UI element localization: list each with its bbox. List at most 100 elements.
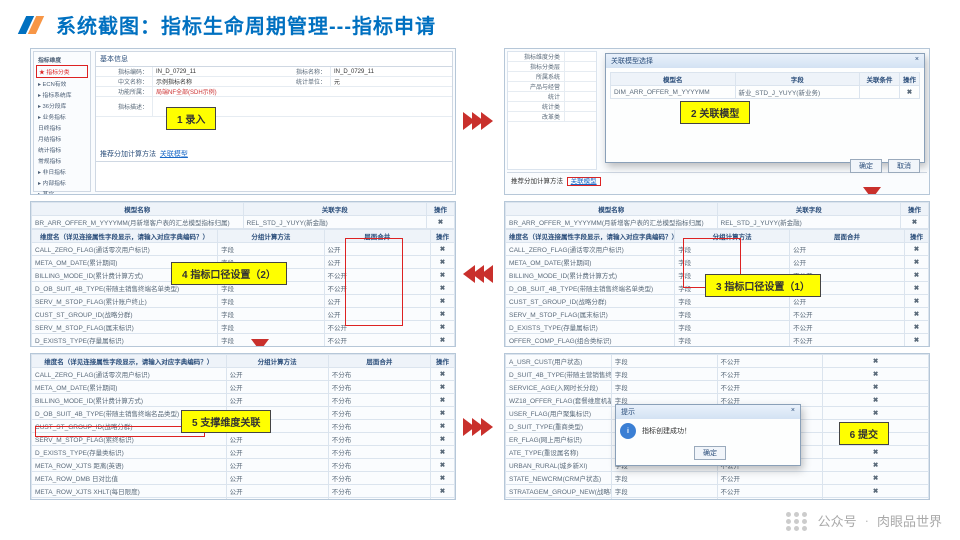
td[interactable]: ✖ [431, 333, 455, 346]
delete-icon[interactable]: ✖ [900, 86, 920, 99]
wechat-icon [786, 512, 810, 530]
input-code[interactable]: IN_D_0729_11 [152, 67, 274, 76]
td[interactable]: ✖ [431, 307, 455, 320]
label: 统计类 [508, 102, 564, 111]
td: 字段 [218, 242, 324, 255]
input[interactable] [564, 82, 596, 91]
td: STRATAGEM_GROUP_NEW(战略客户子群类型) [506, 485, 612, 498]
td: 字段 [611, 498, 717, 500]
tree-item[interactable]: 月结指标 [36, 133, 88, 144]
td[interactable]: ✖ [431, 394, 455, 407]
tree-item[interactable]: 日终指标 [36, 122, 88, 133]
td: 不分布 [328, 433, 430, 446]
tree-item[interactable]: 统计指标 [36, 144, 88, 155]
input-unit[interactable]: 元 [330, 77, 452, 86]
td[interactable]: ✖ [823, 368, 929, 381]
callout-2-model: 2 关联模型 [680, 101, 750, 124]
table-row: STATE_NEWCRM(CRM户状态)字段不公开✖ [506, 472, 929, 485]
td[interactable]: ✖ [823, 459, 929, 472]
td[interactable]: ✖ [905, 268, 929, 281]
th: 操作 [900, 73, 920, 86]
td[interactable]: ✖ [905, 346, 929, 347]
tree-item[interactable]: ▸ 指标系统库 [36, 89, 88, 100]
td[interactable]: ✖ [431, 433, 455, 446]
tree-item[interactable]: ▸ 业务指标 [36, 111, 88, 122]
td[interactable]: ✖ [905, 333, 929, 346]
td[interactable]: ✖ [431, 268, 455, 281]
delete-icon[interactable]: ✖ [427, 215, 455, 228]
dialog-ok-button[interactable]: 确定 [850, 159, 882, 173]
td[interactable]: ✖ [431, 472, 455, 485]
td[interactable]: ✖ [431, 420, 455, 433]
input[interactable] [564, 102, 596, 111]
td[interactable]: ✖ [431, 407, 455, 420]
td[interactable] [860, 86, 900, 99]
td[interactable]: ✖ [905, 281, 929, 294]
tree-item[interactable]: ▸ ECN有效 [36, 78, 88, 89]
td[interactable]: ✖ [823, 446, 929, 459]
close-icon[interactable]: × [915, 56, 919, 66]
td[interactable]: ✖ [431, 381, 455, 394]
td: 不分布 [328, 381, 430, 394]
td[interactable]: ✖ [431, 294, 455, 307]
input-scope[interactable]: 局端NF全部(SDH示例) [152, 87, 452, 96]
tree-item[interactable]: 常规指标 [36, 155, 88, 166]
td[interactable]: ✖ [905, 307, 929, 320]
input[interactable] [564, 52, 596, 61]
td: 不分布 [328, 407, 430, 420]
label-scope: 功能所属： [96, 87, 152, 96]
td[interactable]: ✖ [905, 242, 929, 255]
td[interactable]: ✖ [823, 485, 929, 498]
tree-item[interactable]: ▸ 36分段库 [36, 100, 88, 111]
panel1-tree[interactable]: 指标维度 ★ 指标分类 ▸ ECN有效 ▸ 指标系统库 ▸ 36分段库 ▸ 业务… [33, 51, 91, 192]
td[interactable]: ✖ [431, 320, 455, 333]
td[interactable]: ✖ [431, 242, 455, 255]
td[interactable]: ✖ [905, 255, 929, 268]
td[interactable]: ✖ [823, 381, 929, 394]
td[interactable]: ✖ [431, 485, 455, 498]
panel-2-model: 指标维度分类 指标分类层 所属系统 产品与经营 统计 统计类 改革类 推荐分加计… [504, 48, 930, 195]
td: URBAN_RURAL(城乡新XI) [506, 459, 612, 472]
tree-item[interactable]: ▸ 内部指标 [36, 177, 88, 188]
input[interactable] [564, 92, 596, 101]
tree-item[interactable]: ★ 指标分类 [36, 65, 88, 78]
redbox-step5 [35, 426, 205, 437]
td[interactable]: ✖ [431, 255, 455, 268]
td: D_SUIT_TYPE(重商类型) [506, 420, 612, 433]
link-related-model-2[interactable]: 关联模型 [567, 177, 601, 186]
close-icon[interactable]: × [791, 407, 795, 417]
td: 字段 [675, 346, 790, 347]
td[interactable]: ✖ [431, 368, 455, 381]
td[interactable]: ✖ [905, 294, 929, 307]
td[interactable]: ✖ [823, 394, 929, 407]
td[interactable]: ✖ [431, 281, 455, 294]
tree-item[interactable]: ▸ 其它 [36, 188, 88, 195]
th: 字段 [735, 73, 860, 86]
input-name[interactable]: IN_D_0729_11 [330, 67, 452, 76]
th: 模型名称 [506, 202, 718, 215]
slide-title: 系统截图：指标生命周期管理---指标申请 [0, 0, 960, 45]
th: 关联字段 [243, 202, 427, 215]
input[interactable] [564, 62, 596, 71]
dialog-success-ok[interactable]: 确定 [694, 446, 726, 460]
input[interactable] [564, 112, 596, 121]
input-cname[interactable]: 示例指标名称 [152, 77, 274, 86]
th: 关联字段 [717, 202, 901, 215]
input[interactable] [564, 72, 596, 81]
td[interactable]: ✖ [823, 355, 929, 368]
delete-icon[interactable]: ✖ [901, 215, 929, 228]
dialog-cancel-button[interactable]: 取消 [888, 159, 920, 173]
dialog-model-select: 关联模型选择× 模型名字段关联条件操作 DIM_ARR_OFFER_M_YYYY… [605, 53, 925, 163]
td[interactable]: ✖ [431, 459, 455, 472]
td[interactable]: ✖ [823, 472, 929, 485]
td[interactable]: ✖ [431, 498, 455, 500]
tree-item[interactable]: ▸ 非日指标 [36, 166, 88, 177]
td: META_ROW_XJTS XHLT(每日限度) [32, 485, 227, 498]
td[interactable]: ✖ [823, 498, 929, 500]
td: META_OM_DATE(累计期间) [506, 255, 675, 268]
td[interactable]: ✖ [905, 320, 929, 333]
link-related-model[interactable]: 关联模型 [160, 151, 188, 158]
td: 字段 [675, 307, 790, 320]
td[interactable]: ✖ [823, 407, 929, 420]
td[interactable]: ✖ [431, 446, 455, 459]
